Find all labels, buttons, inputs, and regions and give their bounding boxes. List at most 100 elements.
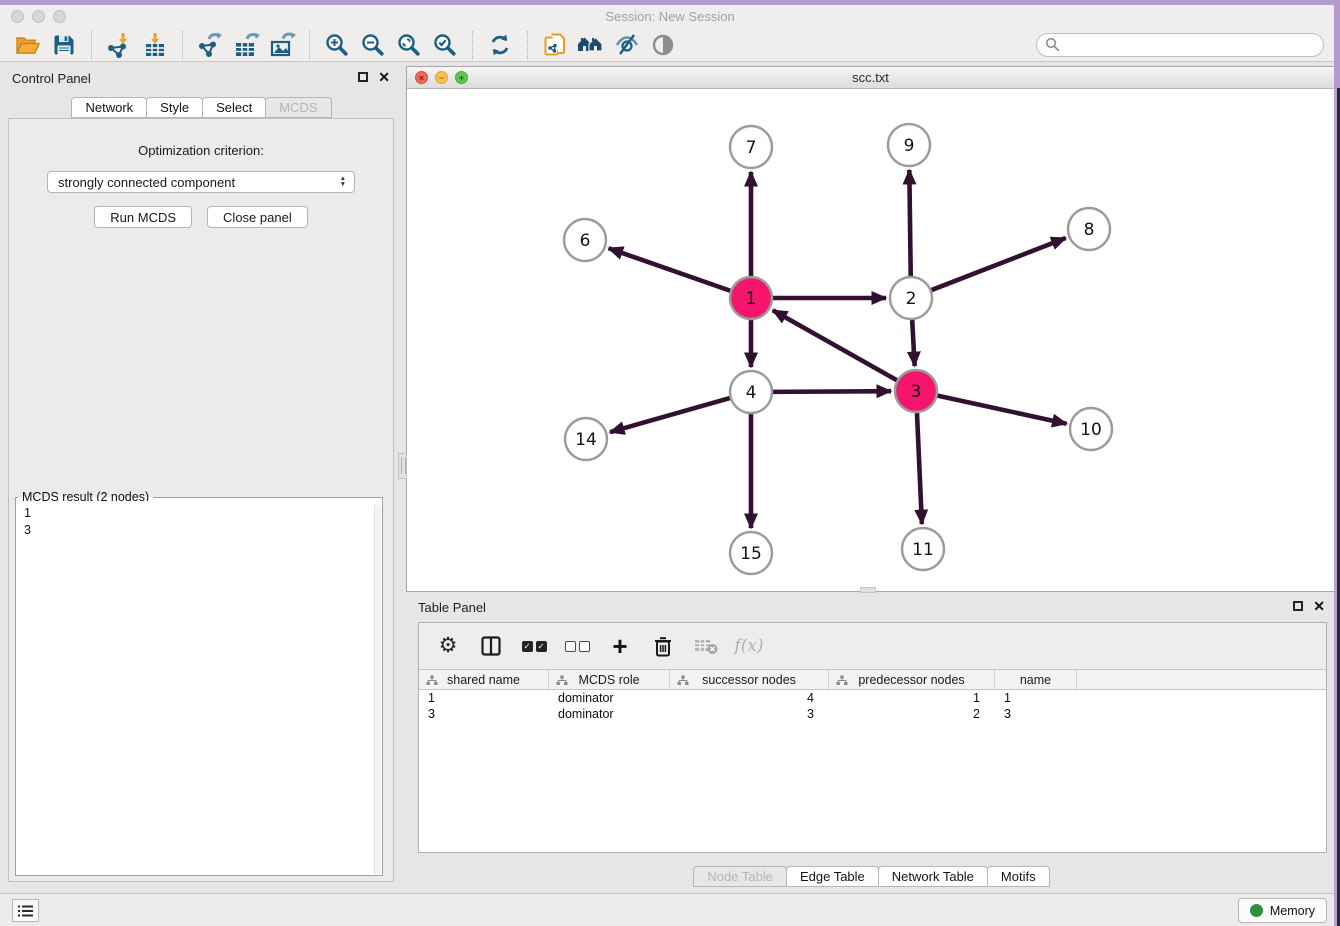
splitpane-divider-grip[interactable] <box>398 453 407 479</box>
window-border-right-thin <box>1334 88 1337 926</box>
close-panel-icon[interactable]: ✕ <box>378 71 390 83</box>
column-header-shared-name[interactable]: shared name <box>419 670 549 689</box>
zoom-selected-button[interactable] <box>427 30 463 60</box>
zoom-fit-button[interactable] <box>391 30 427 60</box>
minimize-window-button[interactable] <box>32 10 45 23</box>
graph-node-label: 8 <box>1084 220 1095 240</box>
maximize-view-button[interactable]: + <box>455 71 468 84</box>
select-stepper-icon: ▲▼ <box>340 176 350 188</box>
horizontal-divider-grip[interactable] <box>860 587 876 593</box>
tab-network[interactable]: Network <box>71 97 147 118</box>
export-network-icon <box>197 32 223 58</box>
table-row[interactable]: 3dominator323 <box>419 706 1326 722</box>
graph-edge-4-14[interactable] <box>610 398 730 432</box>
tab-motifs[interactable]: Motifs <box>987 866 1050 887</box>
delete-table-icon <box>694 636 718 656</box>
search-field[interactable] <box>1036 33 1324 57</box>
zoom-out-button[interactable] <box>355 30 391 60</box>
float-panel-icon[interactable] <box>358 72 368 82</box>
toolbar-separator <box>472 31 473 59</box>
result-scrollbar[interactable] <box>374 505 381 874</box>
table-cell-shared_name[interactable]: 1 <box>419 691 549 705</box>
table-cell-successor[interactable]: 3 <box>670 707 829 721</box>
zoom-window-button[interactable] <box>53 10 66 23</box>
delete-column-button[interactable] <box>650 633 676 659</box>
table-cell-predecessor[interactable]: 1 <box>829 691 995 705</box>
graph-edge-2-3[interactable] <box>912 320 914 366</box>
export-table-icon <box>233 32 260 58</box>
tab-mcds[interactable]: MCDS <box>265 97 331 118</box>
import-network-button[interactable] <box>101 30 137 60</box>
graph-node-label: 2 <box>906 289 917 309</box>
close-panel-button[interactable]: Close panel <box>207 206 308 228</box>
tab-network-table[interactable]: Network Table <box>878 866 988 887</box>
window-border-top <box>0 0 1340 5</box>
graph-edge-3-10[interactable] <box>937 396 1066 424</box>
table-row[interactable]: 1dominator411 <box>419 690 1326 706</box>
close-view-button[interactable]: × <box>415 71 428 84</box>
minimize-view-button[interactable]: − <box>435 71 448 84</box>
table-cell-mcds_role[interactable]: dominator <box>549 707 670 721</box>
select-all-button[interactable]: ✓✓ <box>521 633 547 659</box>
column-label: successor nodes <box>702 673 796 687</box>
graph-edge-1-6[interactable] <box>609 248 731 290</box>
tab-style[interactable]: Style <box>146 97 203 118</box>
table-cell-name[interactable]: 3 <box>995 707 1077 721</box>
save-session-button[interactable] <box>46 30 82 60</box>
column-header-mcds-role[interactable]: MCDS role <box>549 670 670 689</box>
column-header-name[interactable]: name <box>995 670 1077 689</box>
control-panel-window-buttons: ✕ <box>358 71 390 83</box>
open-session-button[interactable] <box>10 30 46 60</box>
table-cell-predecessor[interactable]: 2 <box>829 707 995 721</box>
tab-edge-table[interactable]: Edge Table <box>786 866 879 887</box>
clone-network-button[interactable] <box>537 30 573 60</box>
hierarchy-icon <box>677 675 689 686</box>
zoom-in-button[interactable] <box>319 30 355 60</box>
tab-select[interactable]: Select <box>202 97 266 118</box>
window-controls-inactive[interactable] <box>11 10 66 23</box>
first-neighbors-button[interactable] <box>573 30 609 60</box>
column-view-button[interactable] <box>478 633 504 659</box>
import-table-button[interactable] <box>137 30 173 60</box>
export-network-button[interactable] <box>192 30 228 60</box>
table-cell-name[interactable]: 1 <box>995 691 1077 705</box>
criterion-select[interactable]: strongly connected component ▲▼ <box>47 171 355 193</box>
mcds-result-lines[interactable]: 13 <box>16 501 382 875</box>
table-cell-successor[interactable]: 4 <box>670 691 829 705</box>
show-hidden-button[interactable] <box>645 30 681 60</box>
column-header-successor-nodes[interactable]: successor nodes <box>670 670 829 689</box>
task-history-button[interactable] <box>12 899 39 922</box>
graph-node-label: 9 <box>904 136 915 156</box>
export-image-icon <box>269 32 296 58</box>
graph-edge-2-9[interactable] <box>909 170 910 276</box>
memory-button[interactable]: Memory <box>1238 898 1327 923</box>
network-canvas[interactable]: 7968124314101511 <box>407 89 1334 591</box>
unselect-all-button[interactable] <box>564 633 590 659</box>
graph-edge-2-8[interactable] <box>932 238 1066 290</box>
search-input[interactable] <box>1060 38 1315 52</box>
export-image-button[interactable] <box>264 30 300 60</box>
tab-node-table[interactable]: Node Table <box>693 866 787 887</box>
close-table-panel-icon[interactable]: ✕ <box>1313 600 1325 612</box>
apply-layout-button[interactable] <box>482 30 518 60</box>
hide-selected-button[interactable] <box>609 30 645 60</box>
fx-icon: f(x) <box>734 636 763 656</box>
table-cell-shared_name[interactable]: 3 <box>419 707 549 721</box>
table-settings-button[interactable]: ⚙ <box>435 633 461 659</box>
gear-icon: ⚙ <box>439 635 458 657</box>
run-mcds-button[interactable]: Run MCDS <box>94 206 192 228</box>
graph-edge-3-1[interactable] <box>773 310 897 380</box>
eye-icon <box>650 32 676 58</box>
zoom-in-icon <box>324 32 350 58</box>
add-column-button[interactable]: + <box>607 633 633 659</box>
graph-edge-4-3[interactable] <box>773 391 891 392</box>
column-header-predecessor-nodes[interactable]: predecessor nodes <box>829 670 995 689</box>
network-graph[interactable]: 7968124314101511 <box>407 89 1334 592</box>
close-window-button[interactable] <box>11 10 24 23</box>
graph-edge-3-11[interactable] <box>917 413 922 524</box>
table-cell-mcds_role[interactable]: dominator <box>549 691 670 705</box>
import-network-icon <box>106 32 132 58</box>
table-body[interactable]: 1dominator4113dominator323 <box>419 690 1326 722</box>
export-table-button[interactable] <box>228 30 264 60</box>
float-table-panel-icon[interactable] <box>1293 601 1303 611</box>
